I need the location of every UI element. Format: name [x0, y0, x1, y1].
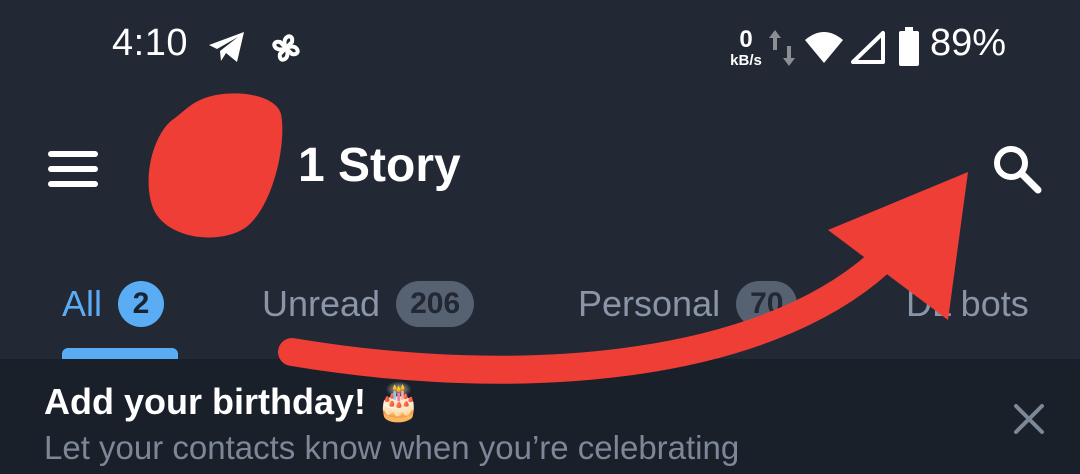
tab-badge: 70	[736, 281, 798, 327]
tab-dl-bots[interactable]: DL bots	[906, 280, 1029, 328]
tab-label: DL bots	[906, 283, 1029, 324]
folder-tabs: All 2 Unread 206 Personal 70 DL bots	[0, 260, 1080, 360]
battery-icon	[898, 27, 920, 72]
signal-icon	[850, 30, 886, 69]
tab-label: All	[62, 283, 103, 324]
net-speed-unit: kB/s	[730, 52, 762, 69]
search-icon[interactable]	[992, 144, 1042, 199]
status-bar: 4:10 0 kB/s 89%	[0, 0, 1080, 100]
tab-personal[interactable]: Personal 70	[578, 280, 798, 328]
pinwheel-icon	[266, 28, 306, 73]
close-icon[interactable]	[1013, 403, 1045, 440]
banner-title: Add your birthday! 🎂	[44, 381, 421, 422]
birthday-banner[interactable]: Add your birthday! 🎂 Let your contacts k…	[0, 359, 1080, 474]
battery-percent: 89%	[930, 22, 1007, 64]
wifi-icon	[804, 30, 844, 69]
page-title: 1 Story	[298, 139, 461, 192]
status-time: 4:10	[112, 22, 188, 64]
telegram-icon	[207, 30, 247, 69]
net-speed: 0 kB/s	[726, 26, 766, 69]
tab-badge: 206	[396, 281, 475, 327]
net-speed-value: 0	[739, 26, 753, 53]
tab-unread[interactable]: Unread 206	[262, 280, 475, 328]
tab-badge: 2	[118, 281, 165, 327]
data-arrows-icon	[768, 28, 796, 73]
tab-label: Personal	[578, 283, 721, 324]
tab-label: Unread	[262, 283, 381, 324]
banner-subtitle: Let your contacts know when you’re celeb…	[44, 429, 740, 466]
menu-icon[interactable]	[48, 151, 98, 192]
tab-all[interactable]: All 2	[62, 280, 165, 328]
avatar	[145, 88, 285, 253]
